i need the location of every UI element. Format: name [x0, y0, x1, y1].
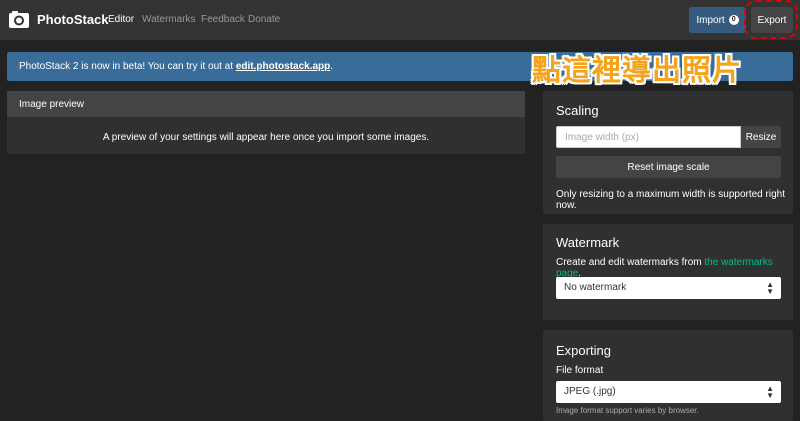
preview-title: Image preview: [7, 91, 525, 117]
watermark-card: Watermark Create and edit watermarks fro…: [543, 224, 793, 320]
reset-scale-button[interactable]: Reset image scale: [556, 156, 781, 178]
alert-text: PhotoStack 2 is now in beta! You can try…: [19, 61, 236, 72]
watermark-selected: No watermark: [564, 282, 627, 293]
camera-icon[interactable]: [8, 9, 30, 31]
exporting-title: Exporting: [556, 343, 611, 358]
import-label: Import: [696, 14, 725, 26]
preview-message: A preview of your settings will appear h…: [102, 132, 430, 143]
watermark-title: Watermark: [556, 235, 620, 250]
watermark-description: Create and edit watermarks from: [556, 257, 705, 268]
beta-alert: PhotoStack 2 is now in beta! You can try…: [7, 52, 793, 81]
export-button[interactable]: Export: [751, 7, 793, 33]
select-arrows-icon: ▲ ▼: [766, 280, 774, 296]
alert-link[interactable]: edit.photostack.app: [236, 61, 330, 72]
navbar: PhotoStack Editor Watermarks Feedback Do…: [0, 0, 800, 40]
nav-donate[interactable]: Donate: [248, 14, 280, 25]
scaling-card: Scaling Resize Reset image scale Only re…: [543, 91, 793, 214]
nav-feedback[interactable]: Feedback: [201, 14, 245, 25]
scaling-title: Scaling: [556, 103, 599, 118]
image-preview-card: Image preview A preview of your settings…: [7, 91, 525, 154]
import-button[interactable]: Import 0: [689, 7, 746, 33]
watermark-select[interactable]: No watermark ▲ ▼: [556, 277, 781, 299]
watermark-text: Create and edit watermarks from the wate…: [556, 257, 793, 279]
import-count-badge: 0: [728, 15, 739, 25]
nav-watermarks[interactable]: Watermarks: [142, 14, 196, 25]
brand-name[interactable]: PhotoStack: [37, 12, 109, 27]
exporting-card: Exporting File format JPEG (.jpg) ▲ ▼ Ima…: [543, 330, 793, 421]
file-format-selected: JPEG (.jpg): [564, 386, 616, 397]
nav-editor[interactable]: Editor: [108, 14, 134, 25]
select-arrows-icon: ▲ ▼: [766, 384, 774, 400]
scaling-note: Only resizing to a maximum width is supp…: [556, 189, 785, 211]
alert-suffix: .: [330, 61, 334, 72]
file-format-select[interactable]: JPEG (.jpg) ▲ ▼: [556, 381, 781, 403]
format-hint: Image format support varies by browser.: [556, 406, 699, 415]
resize-button[interactable]: Resize: [741, 126, 781, 148]
image-width-input[interactable]: [556, 126, 741, 148]
file-format-label: File format: [556, 365, 604, 376]
